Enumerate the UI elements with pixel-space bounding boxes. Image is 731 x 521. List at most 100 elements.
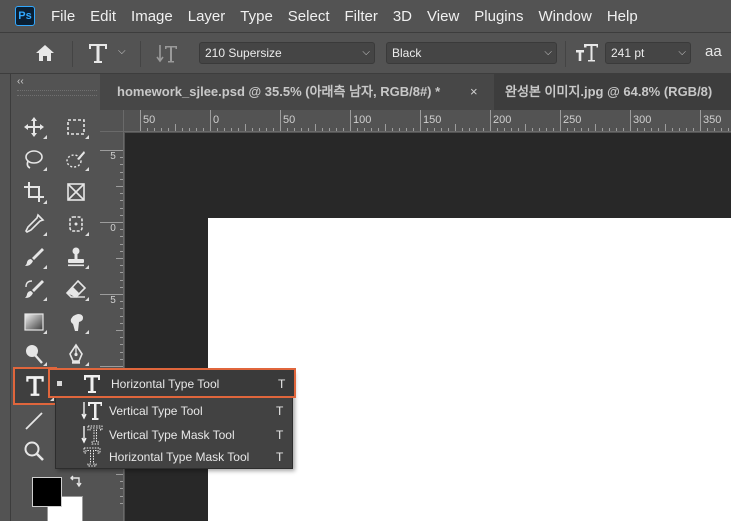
marquee-tool-button[interactable] [62, 113, 90, 141]
close-icon[interactable]: × [470, 74, 478, 110]
eraser-tool-button[interactable] [62, 275, 90, 303]
tab-homework-psd[interactable]: homework_sjlee.psd @ 35.5% (아래측 남자, RGB/… [100, 74, 494, 110]
healing-brush-icon [69, 216, 83, 232]
ruler-minor-tick [504, 128, 505, 131]
gradient-tool-button[interactable] [20, 308, 48, 336]
ruler-minor-tick [623, 128, 624, 131]
menu-filter[interactable]: Filter [345, 8, 378, 25]
options-bar: ⌵ 210 Supersize ⌵ Black ⌵ 241 pt ⌵ aa [0, 32, 731, 74]
menu-view[interactable]: View [427, 8, 459, 25]
flyout-item-horizontal-type-tool[interactable]: Horizontal Type Tool T [48, 368, 296, 398]
ruler-minor-tick [553, 128, 554, 131]
separator [140, 41, 141, 67]
tab-final-image-jpg[interactable]: 완성본 이미지.jpg @ 64.8% (RGB/8) [494, 74, 731, 110]
ruler-minor-tick [665, 124, 666, 131]
ruler-minor-tick [315, 124, 316, 131]
ruler-minor-tick [120, 157, 123, 159]
ruler-minor-tick [616, 128, 617, 131]
ruler-minor-tick [217, 128, 218, 131]
history-brush-tool-button[interactable] [20, 275, 48, 303]
ruler-minor-tick [658, 128, 659, 131]
ruler-minor-tick [609, 128, 610, 131]
vertical-type-icon [81, 401, 103, 421]
spot-healing-tool-button[interactable] [62, 210, 90, 238]
ruler-minor-tick [518, 128, 519, 131]
ruler-minor-tick [308, 128, 309, 131]
collapse-toolbox-button[interactable]: ‹‹ [17, 76, 24, 87]
smudge-icon [70, 314, 83, 331]
lasso-tool-button[interactable] [20, 145, 48, 173]
antialias-icon[interactable]: aa [705, 43, 722, 60]
font-family-select[interactable]: 210 Supersize ⌵ [199, 42, 375, 64]
home-icon[interactable] [34, 42, 56, 69]
ruler-minor-tick [120, 495, 123, 497]
preset-chevron-down-icon[interactable]: ⌵ [118, 46, 126, 57]
menu-window[interactable]: Window [538, 8, 591, 25]
ruler-minor-tick [273, 128, 274, 131]
foreground-color-swatch[interactable] [32, 477, 62, 507]
ruler-major-tick [210, 110, 211, 131]
ruler-minor-tick [120, 229, 123, 231]
horizontal-type-mask-icon [81, 447, 103, 467]
menu-image[interactable]: Image [131, 8, 173, 25]
ruler-minor-tick [329, 128, 330, 131]
ruler-minor-tick [259, 128, 260, 131]
brush-tool-button[interactable] [20, 243, 48, 271]
ruler-label: 100 [353, 114, 372, 126]
horizontal-ruler[interactable]: 50 0 50 100 150 200 250 300 350 [124, 110, 731, 132]
type-tool-preset-icon[interactable] [86, 40, 110, 71]
quick-selection-icon [66, 151, 85, 168]
ruler-label: 200 [493, 114, 512, 126]
flyout-item-vertical-type-mask-tool[interactable]: Vertical Type Mask Tool T [56, 424, 294, 446]
document-tab-bar: homework_sjlee.psd @ 35.5% (아래측 남자, RGB/… [100, 74, 731, 110]
ruler-minor-tick [434, 128, 435, 131]
flyout-item-vertical-type-tool[interactable]: Vertical Type Tool T [56, 400, 294, 422]
menu-plugins[interactable]: Plugins [474, 8, 523, 25]
menu-layer[interactable]: Layer [188, 8, 226, 25]
crop-tool-button[interactable] [20, 178, 48, 206]
menu-help[interactable]: Help [607, 8, 638, 25]
smudge-tool-button[interactable] [62, 308, 90, 336]
brush-icon [25, 248, 44, 266]
ruler-minor-tick [392, 128, 393, 131]
path-selection-tool-button[interactable] [20, 407, 48, 435]
swap-colors-icon[interactable] [69, 474, 83, 493]
ruler-minor-tick [189, 128, 190, 131]
ruler-minor-tick [120, 272, 123, 274]
ruler-minor-tick [245, 124, 246, 131]
rectangular-marquee-icon [67, 119, 85, 135]
ruler-origin[interactable] [100, 110, 124, 132]
clone-stamp-tool-button[interactable] [62, 243, 90, 271]
ruler-minor-tick [497, 128, 498, 131]
dodge-tool-button[interactable] [20, 340, 48, 368]
eyedropper-icon [25, 213, 45, 233]
pen-tool-button[interactable] [62, 340, 90, 368]
move-icon [24, 117, 44, 137]
flyout-item-horizontal-type-mask-tool[interactable]: Horizontal Type Mask Tool T [56, 446, 294, 468]
ruler-minor-tick [357, 128, 358, 131]
ruler-major-tick [350, 110, 351, 131]
zoom-tool-button[interactable] [20, 437, 48, 465]
menu-file[interactable]: File [51, 8, 75, 25]
frame-tool-button[interactable] [62, 178, 90, 206]
toolbox-grip[interactable] [17, 90, 97, 96]
menu-edit[interactable]: Edit [90, 8, 116, 25]
move-tool-button[interactable] [20, 113, 48, 141]
font-size-select[interactable]: 241 pt ⌵ [605, 42, 691, 64]
eyedropper-tool-button[interactable] [20, 210, 48, 238]
ruler-minor-tick [116, 474, 123, 475]
font-style-select[interactable]: Black ⌵ [386, 42, 557, 64]
ruler-minor-tick [120, 243, 123, 245]
text-orientation-icon[interactable] [155, 42, 179, 71]
ruler-minor-tick [546, 128, 547, 131]
ruler-minor-tick [120, 171, 123, 173]
ruler-minor-tick [120, 308, 123, 310]
menu-select[interactable]: Select [288, 8, 330, 25]
ruler-minor-tick [116, 186, 123, 187]
quick-selection-tool-button[interactable] [62, 145, 90, 173]
ruler-minor-tick [120, 358, 123, 360]
menu-type[interactable]: Type [240, 8, 273, 25]
menu-3d[interactable]: 3D [393, 8, 412, 25]
ruler-minor-tick [455, 124, 456, 131]
ruler-minor-tick [588, 128, 589, 131]
